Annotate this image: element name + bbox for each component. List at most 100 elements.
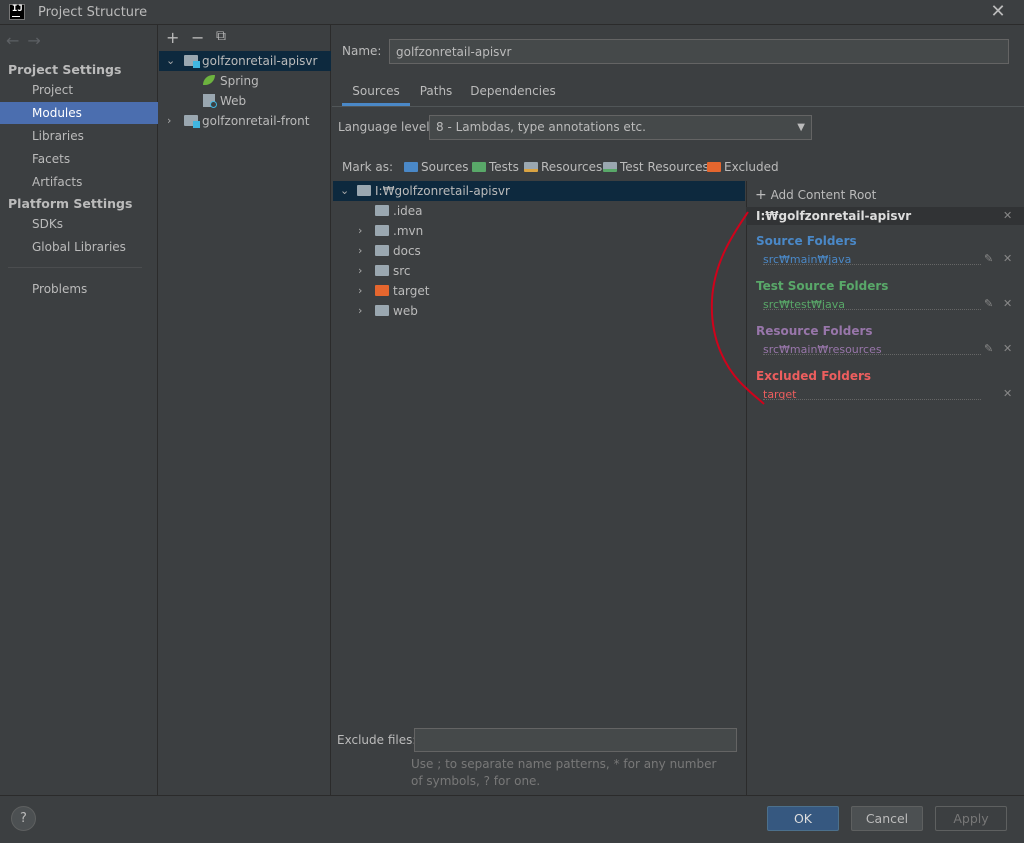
help-icon[interactable]: ? [11,806,36,831]
path-underline [763,264,981,265]
sidebar-item-facets[interactable]: Facets [0,148,158,170]
module-item-apisvr[interactable]: ⌄ golfzonretail-apisvr [159,51,331,71]
chevron-right-icon[interactable]: › [358,261,362,281]
copy-icon[interactable]: ⧉ [216,28,226,44]
module-label: golfzonretail-front [202,114,310,128]
exclude-files-label: Exclude files: [337,733,417,747]
folder-icon [375,245,389,256]
remove-icon[interactable]: ✕ [1003,297,1012,310]
chevron-right-icon[interactable]: › [358,221,362,241]
mark-label: Tests [489,160,519,174]
sidebar-item-modules[interactable]: Modules [0,102,158,124]
module-item-front[interactable]: › golfzonretail-front [159,111,331,131]
remove-icon[interactable]: ✕ [1003,252,1012,265]
facet-label: Spring [220,74,259,88]
tab-paths[interactable]: Paths [414,84,458,106]
chevron-down-icon[interactable]: ⌄ [340,181,349,201]
resource-folders-title: Resource Folders [756,324,873,338]
sidebar-item-sdks[interactable]: SDKs [0,213,158,235]
platform-settings-header: Platform Settings [8,196,133,211]
forward-arrow-icon[interactable]: → [27,31,48,50]
add-icon[interactable]: + [166,28,179,47]
folder-icon [357,185,371,196]
sidebar-item-problems[interactable]: Problems [0,278,158,300]
back-arrow-icon[interactable]: ← [6,31,27,50]
mark-label: Resources [541,160,603,174]
mark-as-excluded-button[interactable]: Excluded [707,160,779,178]
chevron-right-icon[interactable]: › [167,111,171,131]
sidebar-item-global-libraries[interactable]: Global Libraries [0,236,158,258]
chevron-right-icon[interactable]: › [358,281,362,301]
mark-as-resources-button[interactable]: Resources [524,160,602,178]
sidebar-item-artifacts[interactable]: Artifacts [0,171,158,193]
chevron-right-icon[interactable]: › [358,241,362,261]
folder-label: src [393,264,411,278]
mark-as-label: Mark as: [342,160,394,174]
language-level-select[interactable]: 8 - Lambdas, type annotations etc. ▼ [429,115,812,140]
path-underline [763,309,981,310]
test-resources-folder-icon [603,162,617,172]
path-underline [763,399,981,400]
exclude-files-input[interactable] [414,728,737,752]
chevron-down-icon: ▼ [797,122,805,133]
folder-root-row[interactable]: ⌄ I:₩golfzonretail-apisvr [333,181,745,201]
tests-folder-icon [472,162,486,172]
folder-label: I:₩golfzonretail-apisvr [375,184,510,198]
window-title: Project Structure [38,5,148,20]
pencil-icon[interactable]: ✎ [984,252,993,265]
exclude-files-hint: Use ; to separate name patterns, * for a… [411,757,717,788]
pencil-icon[interactable]: ✎ [984,342,993,355]
facet-item-web[interactable]: Web [159,91,331,111]
add-content-root-label: Add Content Root [770,188,877,202]
folder-row-docs[interactable]: › docs [333,241,745,261]
tab-dependencies[interactable]: Dependencies [468,84,558,106]
cancel-button[interactable]: Cancel [851,806,923,831]
apply-button[interactable]: Apply [935,806,1007,831]
project-settings-header: Project Settings [8,62,122,77]
folder-row-web[interactable]: › web [333,301,745,321]
folder-icon [375,305,389,316]
folder-icon [375,225,389,236]
sidebar-divider [8,267,142,268]
tab-sources[interactable]: Sources [342,84,410,106]
folder-row-src[interactable]: › src [333,261,745,281]
nav-arrows: ←→ [6,31,49,50]
module-folder-icon [184,115,200,128]
mark-label: Excluded [724,160,779,174]
mark-as-tests-button[interactable]: Tests [472,160,519,178]
mark-as-sources-button[interactable]: Sources [404,160,468,178]
remove-icon[interactable]: ✕ [1003,342,1012,355]
excluded-folder-icon [707,162,721,172]
excluded-folders-title: Excluded Folders [756,369,872,383]
module-name-input[interactable] [389,39,1009,64]
module-folder-icon [184,55,200,68]
sidebar-item-project[interactable]: Project [0,79,158,101]
module-tree-panel [159,25,331,795]
mark-as-test-resources-button[interactable]: Test Resources [603,160,709,178]
excluded-folder-icon [375,285,389,296]
language-level-value: 8 - Lambdas, type annotations etc. [436,120,646,134]
chevron-right-icon[interactable]: › [358,301,362,321]
folder-icon [375,265,389,276]
folder-label: .idea [393,204,423,218]
chevron-down-icon[interactable]: ⌄ [166,51,175,71]
add-content-root-button[interactable]: + Add Content Root [755,187,876,203]
folder-label: web [393,304,418,318]
source-folders-title: Source Folders [756,234,857,248]
folder-row-target[interactable]: › target [333,281,745,301]
folder-icon [375,205,389,216]
content-root-path: I:₩golfzonretail-apisvr [756,209,912,223]
facet-item-spring[interactable]: Spring [159,71,331,91]
module-label: golfzonretail-apisvr [202,54,318,68]
pencil-icon[interactable]: ✎ [984,297,993,310]
close-icon[interactable]: ✕ [986,0,1010,24]
folder-row-mvn[interactable]: › .mvn [333,221,745,241]
remove-icon[interactable]: ✕ [1003,387,1012,400]
ok-button[interactable]: OK [767,806,839,831]
remove-root-icon[interactable]: ✕ [1003,209,1012,222]
content-roots-panel [746,181,1024,795]
folder-row-idea[interactable]: .idea [333,201,745,221]
sidebar-item-libraries[interactable]: Libraries [0,125,158,147]
remove-icon[interactable]: − [191,28,204,47]
language-level-label: Language level: [338,120,434,134]
